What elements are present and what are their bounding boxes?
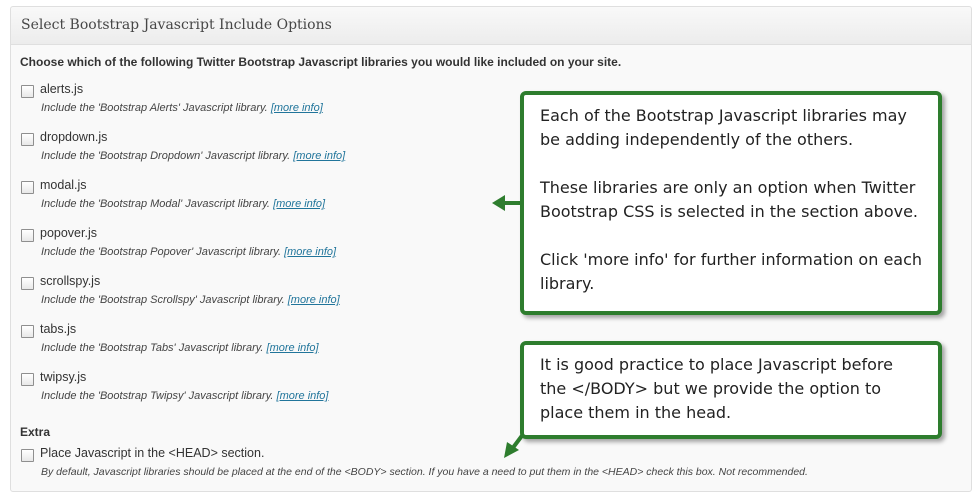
- callout-text: Click 'more info' for further informatio…: [540, 250, 923, 293]
- callout-text: It is good practice to place Javascript …: [540, 355, 893, 422]
- callout-libraries: Each of the Bootstrap Javascript librari…: [520, 91, 942, 315]
- callout-head-placement: It is good practice to place Javascript …: [520, 341, 942, 439]
- callout-text: Each of the Bootstrap Javascript librari…: [540, 106, 907, 149]
- arrow-to-modal-icon: [492, 195, 520, 211]
- callout-text: These libraries are only an option when …: [540, 178, 918, 221]
